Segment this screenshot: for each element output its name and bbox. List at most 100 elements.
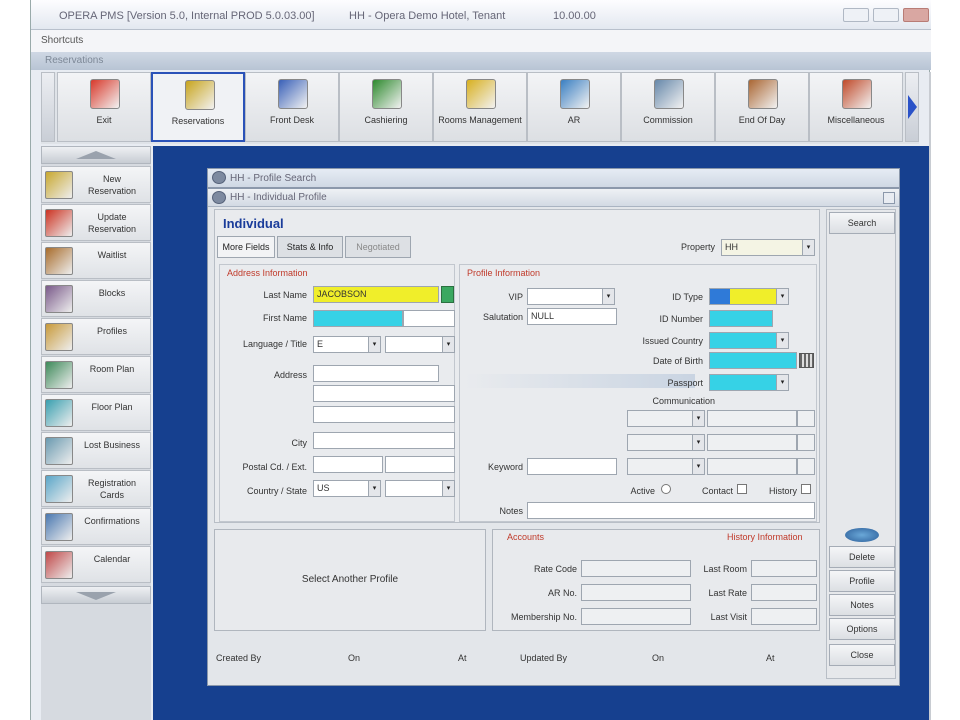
close-dialog-button[interactable]: Close: [829, 644, 895, 666]
nav-item-floor-plan[interactable]: Floor Plan: [41, 394, 151, 431]
comm-type-2[interactable]: ▾: [627, 434, 705, 451]
salutation-input[interactable]: NULL: [527, 308, 617, 325]
passport-select[interactable]: ▾: [709, 374, 789, 391]
opera-window: OPERA PMS [Version 5.0, Internal PROD 5.…: [30, 0, 931, 720]
comm-check-2[interactable]: [797, 434, 815, 451]
state-select[interactable]: ▾: [385, 480, 455, 497]
dialog-close-button[interactable]: [883, 192, 895, 204]
toolbar-commission-button[interactable]: Commission: [621, 72, 715, 142]
menubar: Shortcuts: [31, 30, 931, 52]
communication-label: Communication: [652, 396, 715, 406]
postal-ext-input[interactable]: [385, 456, 455, 473]
keyword-input[interactable]: [527, 458, 617, 475]
toolbar-miscellaneous-button[interactable]: Miscellaneous: [809, 72, 903, 142]
dropdown-arrow-icon[interactable]: ▾: [802, 240, 814, 255]
issued-country-select[interactable]: ▾: [709, 332, 789, 349]
dropdown-arrow-icon[interactable]: ▾: [602, 289, 614, 304]
dropdown-arrow-icon[interactable]: ▾: [368, 481, 380, 496]
toolbar-scroll-right[interactable]: [905, 72, 919, 142]
minimize-button[interactable]: [843, 8, 869, 22]
history-checkbox[interactable]: [801, 484, 811, 494]
comm-check-1[interactable]: [797, 410, 815, 427]
dropdown-arrow-icon[interactable]: ▾: [776, 333, 788, 348]
nav-item-calendar[interactable]: Calendar: [41, 546, 151, 583]
nav-scroll-up[interactable]: [41, 146, 151, 164]
id-number-input[interactable]: [709, 310, 773, 327]
title-select[interactable]: ▾: [385, 336, 455, 353]
nav-item-confirmations[interactable]: Confirmations: [41, 508, 151, 545]
nav-item-profiles[interactable]: Profiles: [41, 318, 151, 355]
dropdown-arrow-icon[interactable]: ▾: [368, 337, 380, 352]
toolbar-scroll-left[interactable]: [41, 72, 55, 142]
nav-item-lost-business[interactable]: Lost Business: [41, 432, 151, 469]
toolbar-rooms-management-button[interactable]: Rooms Management: [433, 72, 527, 142]
vip-label: VIP: [508, 292, 523, 302]
last-rate-field: [751, 584, 817, 601]
language-select[interactable]: E ▾: [313, 336, 381, 353]
nav-scroll-down[interactable]: [41, 586, 151, 604]
select-profile-area[interactable]: Select Another Profile: [214, 529, 486, 631]
address-line-2[interactable]: [313, 385, 455, 402]
accounts-area: Accounts History Information Rate Code A…: [492, 529, 820, 631]
address-line-1[interactable]: [313, 365, 439, 382]
nav-item-blocks[interactable]: Blocks: [41, 280, 151, 317]
rate-code-field[interactable]: [581, 560, 691, 577]
membership-field[interactable]: [581, 608, 691, 625]
nav-item-new-reservation[interactable]: New Reservation: [41, 166, 151, 203]
dropdown-arrow-icon[interactable]: ▾: [776, 375, 788, 390]
postal-code-input[interactable]: [313, 456, 383, 473]
lookup-icon[interactable]: [441, 286, 454, 303]
updated-at-label: At: [766, 653, 775, 663]
nav-item-waitlist[interactable]: Waitlist: [41, 242, 151, 279]
notes-button[interactable]: Notes: [829, 594, 895, 616]
property-field[interactable]: HH ▾: [721, 239, 815, 256]
toolbar-front-desk-button[interactable]: Front Desk: [245, 72, 339, 142]
toolbar-reservations-button[interactable]: Reservations: [151, 72, 245, 142]
comm-value-2[interactable]: [707, 434, 797, 451]
vip-select[interactable]: ▾: [527, 288, 615, 305]
delete-button[interactable]: Delete: [829, 546, 895, 568]
dropdown-arrow-icon[interactable]: ▾: [776, 289, 788, 304]
nav-item-registration-cards[interactable]: Registration Cards: [41, 470, 151, 507]
id-type-select[interactable]: ▾: [709, 288, 789, 305]
active-radio[interactable]: [661, 484, 671, 494]
comm-check-3[interactable]: [797, 458, 815, 475]
comm-value-1[interactable]: [707, 410, 797, 427]
search-button[interactable]: Search: [829, 212, 895, 234]
options-button[interactable]: Options: [829, 618, 895, 640]
address-line-3[interactable]: [313, 406, 455, 423]
city-input[interactable]: [313, 432, 455, 449]
date-of-birth-input[interactable]: [709, 352, 797, 369]
toolbar-cashiering-button[interactable]: Cashiering: [339, 72, 433, 142]
toolbar-end-of-day-button[interactable]: End Of Day: [715, 72, 809, 142]
dropdown-arrow-icon[interactable]: ▾: [692, 411, 704, 426]
window-subtitle: HH - Opera Demo Hotel, Tenant: [349, 10, 506, 22]
profile-button[interactable]: Profile: [829, 570, 895, 592]
country-select[interactable]: US ▾: [313, 480, 381, 497]
maximize-button[interactable]: [873, 8, 899, 22]
nav-item-room-plan[interactable]: Room Plan: [41, 356, 151, 393]
tab-stats-info[interactable]: Stats & Info: [277, 236, 343, 258]
first-name-input[interactable]: [313, 310, 403, 327]
toolbar-ar-button[interactable]: AR: [527, 72, 621, 142]
last-name-input[interactable]: JACOBSON: [313, 286, 439, 303]
close-button[interactable]: [903, 8, 929, 22]
comm-value-3[interactable]: [707, 458, 797, 475]
nav-item-update-reservation[interactable]: Update Reservation: [41, 204, 151, 241]
arrow-down-icon: [76, 592, 116, 600]
calendar-icon[interactable]: [799, 353, 814, 368]
toolbar-exit-door-button[interactable]: Exit: [57, 72, 151, 142]
tab-negotiated[interactable]: Negotiated: [345, 236, 411, 258]
menu-shortcuts[interactable]: Shortcuts: [41, 35, 83, 46]
first-name-extra-input[interactable]: [403, 310, 455, 327]
comm-type-3[interactable]: ▾: [627, 458, 705, 475]
contact-checkbox[interactable]: [737, 484, 747, 494]
comm-type-1[interactable]: ▾: [627, 410, 705, 427]
dropdown-arrow-icon[interactable]: ▾: [442, 481, 454, 496]
dropdown-arrow-icon[interactable]: ▾: [442, 337, 454, 352]
dropdown-arrow-icon[interactable]: ▾: [692, 459, 704, 474]
dropdown-arrow-icon[interactable]: ▾: [692, 435, 704, 450]
notes-input[interactable]: [527, 502, 815, 519]
tab-more-fields[interactable]: More Fields: [217, 236, 275, 258]
ar-no-field[interactable]: [581, 584, 691, 601]
